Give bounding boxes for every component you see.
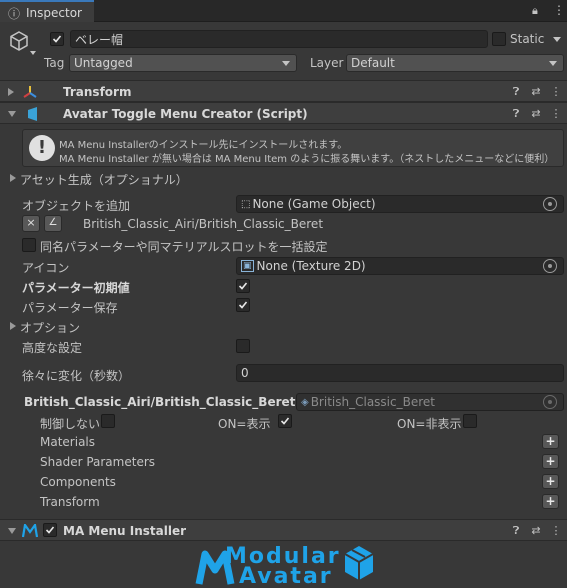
add-components-button[interactable]: +	[542, 474, 559, 489]
param-default-checkbox[interactable]	[236, 279, 250, 293]
settings-icon[interactable]: ⇄	[530, 86, 542, 98]
more-icon[interactable]: ⋮	[550, 86, 562, 98]
object-picker-icon	[543, 395, 557, 409]
tag-dropdown[interactable]: Untagged	[69, 54, 297, 72]
object-picker-icon[interactable]	[543, 259, 557, 273]
on-hide-label: ON=非表示	[397, 417, 462, 431]
icon-label: アイコン	[22, 261, 70, 275]
inspector-tab-icon: ⓘ	[8, 7, 21, 21]
texture-icon: ▣	[241, 260, 254, 272]
transform-header[interactable]: Transform ❓︎ ⇄ ⋮	[0, 80, 567, 102]
add-materials-button[interactable]: +	[542, 434, 559, 449]
add-object-field[interactable]: ⬚ None (Game Object)	[236, 195, 564, 213]
on-show-label: ON=表示	[218, 417, 271, 431]
script-header[interactable]: Avatar Toggle Menu Creator (Script) ❓︎ ⇄…	[0, 102, 567, 124]
add-object-label: オブジェクトを追加	[22, 199, 131, 213]
transition-label: 徐々に変化（秒数）	[22, 369, 131, 383]
static-checkbox[interactable]	[492, 32, 506, 46]
asset-gen-foldout[interactable]	[10, 174, 16, 182]
no-control-checkbox[interactable]	[101, 414, 115, 428]
help-icon[interactable]: ❓︎	[510, 108, 522, 120]
info-line-1: MA Menu Installerのインストール先にインストールされます。	[59, 140, 348, 151]
transform-icon	[22, 84, 38, 100]
target-object-field: ◈ British_Classic_Beret	[296, 393, 564, 411]
ma-icon	[21, 522, 39, 538]
foldout-arrow[interactable]	[8, 528, 16, 534]
settings-icon[interactable]: ⇄	[530, 525, 542, 537]
tab-inspector[interactable]: ⓘ Inspector	[0, 0, 94, 22]
same-name-checkbox[interactable]	[22, 238, 36, 252]
logo-line-2: Avatar	[239, 564, 333, 588]
lock-icon[interactable]: 🔒︎	[532, 4, 538, 18]
foldout-arrow[interactable]	[8, 111, 16, 117]
param-save-checkbox[interactable]	[236, 298, 250, 312]
cube-icon	[8, 30, 30, 52]
logo-box-icon	[344, 546, 374, 580]
chevron-down-icon	[282, 61, 290, 66]
installer-title: MA Menu Installer	[63, 524, 187, 538]
options-label[interactable]: オプション	[20, 319, 80, 336]
icon-field[interactable]: ▣ None (Texture 2D)	[236, 257, 564, 275]
gameobject-icon: ◈	[301, 396, 309, 408]
shader-params-label: Shader Parameters	[40, 455, 156, 469]
tag-label: Tag	[44, 56, 65, 70]
static-dropdown-caret[interactable]	[553, 37, 561, 42]
edit-button[interactable]: ∠	[44, 215, 62, 232]
gameobject-icon: ⬚	[241, 198, 251, 210]
asset-gen-label[interactable]: アセット生成（オプショナル）	[20, 171, 188, 188]
more-icon[interactable]: ⋮	[553, 3, 565, 17]
path-label: British_Classic_Airi/British_Classic_Ber…	[83, 217, 324, 231]
script-title: Avatar Toggle Menu Creator (Script)	[63, 107, 308, 121]
more-icon[interactable]: ⋮	[550, 108, 562, 120]
installer-enabled-checkbox[interactable]	[43, 523, 57, 537]
add-transform-button[interactable]: +	[542, 494, 559, 509]
transform-list-label: Transform	[40, 495, 100, 509]
advanced-checkbox[interactable]	[236, 339, 250, 353]
remove-button[interactable]: ×	[22, 215, 40, 232]
active-checkbox[interactable]	[50, 32, 64, 46]
static-label: Static	[510, 32, 545, 46]
ma-logo: Modular Avatar	[195, 542, 380, 588]
chevron-down-icon	[549, 61, 557, 66]
same-name-label: 同名パラメーターや同マテリアルスロットを一括設定	[40, 240, 328, 254]
settings-icon[interactable]: ⇄	[530, 108, 542, 120]
cube-dropdown-caret[interactable]	[30, 51, 36, 55]
info-icon: !	[29, 135, 55, 161]
no-control-label: 制御しない	[40, 417, 101, 431]
more-icon[interactable]: ⋮	[550, 525, 562, 537]
param-save-label: パラメーター保存	[22, 301, 118, 315]
options-foldout[interactable]	[10, 322, 16, 330]
tab-label: Inspector	[26, 6, 82, 20]
target-path-label: British_Classic_Airi/British_Classic_Ber…	[24, 395, 296, 409]
name-field[interactable]: ベレー帽	[70, 30, 488, 48]
on-hide-checkbox[interactable]	[463, 414, 477, 428]
object-picker-icon[interactable]	[543, 197, 557, 211]
installer-header[interactable]: MA Menu Installer ❓︎ ⇄ ⋮	[0, 519, 567, 541]
param-default-label: パラメーター初期値	[22, 281, 130, 295]
help-icon[interactable]: ❓︎	[510, 86, 522, 98]
layer-label: Layer	[310, 56, 344, 70]
materials-label: Materials	[40, 435, 96, 449]
info-box: ! MA Menu Installerのインストール先にインストールされます。 …	[22, 129, 564, 167]
components-label: Components	[40, 475, 116, 489]
transition-field[interactable]: 0	[236, 364, 564, 382]
advanced-label: 高度な設定	[22, 341, 83, 355]
info-line-2: MA Menu Installer が無い場合は MA Menu Item のよ…	[59, 154, 555, 165]
help-icon[interactable]: ❓︎	[510, 525, 522, 537]
on-show-checkbox[interactable]	[278, 414, 292, 428]
layer-dropdown[interactable]: Default	[346, 54, 564, 72]
transform-title: Transform	[63, 85, 132, 99]
script-icon	[26, 106, 40, 122]
add-shader-params-button[interactable]: +	[542, 454, 559, 469]
foldout-arrow[interactable]	[8, 88, 14, 96]
